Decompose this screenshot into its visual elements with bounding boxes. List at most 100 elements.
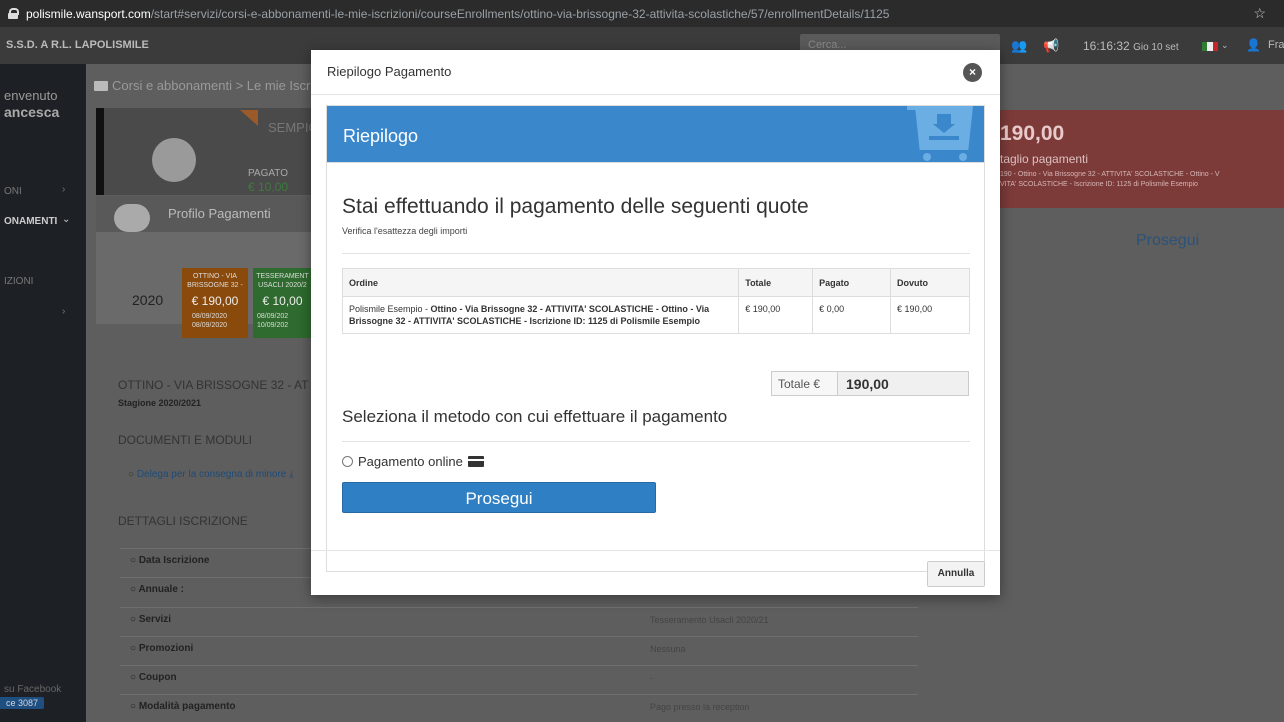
- version-badge: ce 3087: [0, 697, 45, 709]
- arrow-head: [933, 124, 955, 133]
- col-dovuto: Dovuto: [890, 268, 970, 297]
- table-row: ○ Servizi Tesseramento Usacli 2020/21: [120, 607, 918, 634]
- language-flag-icon[interactable]: [1202, 42, 1218, 51]
- arrow-stem: [937, 114, 951, 124]
- cart-wheel: [923, 153, 931, 161]
- summary-subheading: Verifica l'esattezza degli importi: [342, 226, 468, 236]
- prosegui-button[interactable]: Prosegui: [342, 482, 656, 513]
- user-first-name: ancesca: [4, 104, 60, 120]
- row-value: -: [650, 673, 653, 683]
- chevron-down-icon[interactable]: ⌄: [1221, 40, 1229, 51]
- total-value: 190,00: [846, 376, 889, 392]
- tile-date2: 10/09/202: [257, 322, 289, 329]
- panel-header: Riepilogo: [327, 106, 984, 162]
- payment-summary-modal: Riepilogo Pagamento × Riepilogo Stai eff…: [311, 50, 1000, 595]
- pagato-label: PAGATO: [248, 168, 289, 179]
- row-label: ○ Modalità pagamento: [130, 701, 236, 712]
- avatar: [152, 138, 196, 182]
- sidebar-item-iscrizioni[interactable]: IZIONI: [4, 276, 33, 287]
- lock-icon: [8, 8, 19, 19]
- circle-icon: ○: [128, 469, 135, 480]
- card-strip: [96, 108, 104, 195]
- payment-tile-ottino[interactable]: OTTINO - VIA BRISSOGNE 32 - € 190,00 08/0…: [182, 268, 248, 338]
- url-path: /start#servizi/corsi-e-abbonamenti-le-mi…: [150, 6, 890, 21]
- sidebar-item-abbonamenti[interactable]: ONAMENTI: [4, 216, 57, 227]
- col-totale: Totale: [738, 268, 814, 297]
- megaphone-icon[interactable]: 📢: [1043, 38, 1059, 54]
- year-label: 2020: [132, 292, 164, 308]
- divider: [342, 441, 970, 442]
- welcome-text: envenuto: [4, 88, 58, 103]
- row-label: ○ Coupon: [130, 672, 177, 683]
- chevron-down-icon: ⌄: [62, 214, 71, 225]
- order-table: Ordine Totale Pagato Dovuto Polismile Es…: [341, 268, 970, 334]
- bookmark-star-icon[interactable]: ☆: [1253, 5, 1266, 22]
- close-icon[interactable]: ×: [963, 63, 982, 82]
- row-value: Nessuna: [650, 644, 686, 654]
- modal-title: Riepilogo Pagamento: [327, 64, 452, 79]
- course-title: OTTINO - VIA BRISSOGNE 32 - AT: [118, 378, 309, 392]
- delega-link[interactable]: ○ Delega per la consegna di minore ⤓: [128, 469, 294, 480]
- cart-download-icon: [907, 106, 984, 162]
- chevron-right-icon: ›: [62, 306, 66, 317]
- money-icon: [114, 204, 150, 232]
- arrow-base: [929, 136, 959, 140]
- user-avatar-icon[interactable]: 👤: [1246, 38, 1261, 52]
- profilo-pagamenti-header: Profilo Pagamenti: [96, 196, 312, 232]
- radio-circle[interactable]: [342, 456, 353, 467]
- payment-method-heading: Seleziona il metodo con cui effettuare i…: [342, 407, 728, 426]
- enrollment-card: SEMPIO PAGATO € 10,00: [96, 108, 319, 195]
- browser-url-bar[interactable]: polismile.wansport.com/start#servizi/cor…: [0, 0, 1284, 27]
- download-icon[interactable]: ⤓: [289, 469, 293, 480]
- row-label: ○ Promozioni: [130, 643, 194, 654]
- tile-date1: 08/09/202: [257, 313, 289, 320]
- row-value: Tesseramento Usacli 2020/21: [650, 615, 769, 625]
- sidebar: envenuto ancesca ONI › ONAMENTI ⌄ IZIONI…: [0, 64, 86, 722]
- tile-line2: BRISSOGNE 32 -: [187, 282, 243, 289]
- facebook-link[interactable]: su Facebook: [4, 684, 61, 695]
- total-box: Totale € 190,00: [771, 371, 969, 396]
- col-ordine: Ordine: [341, 268, 740, 297]
- prosegui-link-background[interactable]: Prosegui: [1136, 232, 1199, 250]
- clock: 16:16:32 Gio 10 set: [1083, 39, 1179, 53]
- profilo-title: Profilo Pagamenti: [168, 206, 271, 221]
- due-subtitle: taglio pagamenti: [1000, 152, 1089, 166]
- corner-ribbon: [240, 110, 258, 126]
- url-host: polismile.wansport.com: [26, 6, 151, 21]
- cart-wheel: [959, 153, 967, 161]
- credit-card-icon: [467, 456, 484, 467]
- users-icon[interactable]: 👥: [1011, 38, 1027, 54]
- payment-online-radio[interactable]: Pagamento online: [342, 454, 484, 469]
- panel-title: Riepilogo: [343, 126, 419, 146]
- row-value: Pago presso la reception: [650, 702, 750, 712]
- total-label: Totale €: [772, 372, 838, 395]
- sidebar-item-1[interactable]: ONI: [4, 186, 22, 197]
- id-card-icon: [94, 81, 108, 91]
- user-name[interactable]: Fra: [1268, 39, 1284, 51]
- panel-body: Stai effettuando il pagamento delle segu…: [327, 162, 984, 571]
- tile-line1: OTTINO - VIA: [193, 273, 237, 280]
- col-pagato: Pagato: [812, 268, 892, 297]
- table-row: ○ Promozioni Nessuna: [120, 636, 918, 663]
- tile-line2: USACLI 2020/2: [258, 282, 307, 289]
- summary-panel: Riepilogo Stai effettuando il pagamento …: [326, 105, 985, 572]
- row-label: ○ Data Iscrizione: [130, 555, 210, 566]
- payment-online-label[interactable]: Pagamento online: [358, 454, 463, 469]
- dettagli-heading: DETTAGLI ISCRIZIONE: [118, 514, 248, 528]
- order-dovuto: € 190,00: [890, 296, 970, 334]
- divider: [342, 253, 970, 254]
- divider: [311, 550, 1000, 551]
- table-row: ○ Modalità pagamento Pago presso la recep…: [120, 694, 918, 721]
- payment-tile-tesseramento[interactable]: TESSERAMENT USACLI 2020/2 € 10,00 08/09/2…: [253, 268, 312, 338]
- chevron-right-icon: ›: [62, 184, 66, 195]
- table-row: ○ Coupon -: [120, 665, 918, 692]
- tile-date2: 08/09/2020: [192, 322, 228, 329]
- annulla-button[interactable]: Annulla: [927, 561, 985, 587]
- pagato-value: € 10,00: [248, 180, 289, 194]
- stagione-label: Stagione 2020/2021: [118, 398, 202, 408]
- summary-heading: Stai effettuando il pagamento delle segu…: [342, 195, 809, 218]
- breadcrumb: Corsi e abbonamenti > Le mie Iscr: [94, 78, 310, 93]
- row-label: ○ Servizi: [130, 614, 172, 625]
- payment-due-box: 190,00 taglio pagamenti 190 - Ottino - V…: [996, 110, 1284, 208]
- flag-stripe-red: [1212, 42, 1218, 51]
